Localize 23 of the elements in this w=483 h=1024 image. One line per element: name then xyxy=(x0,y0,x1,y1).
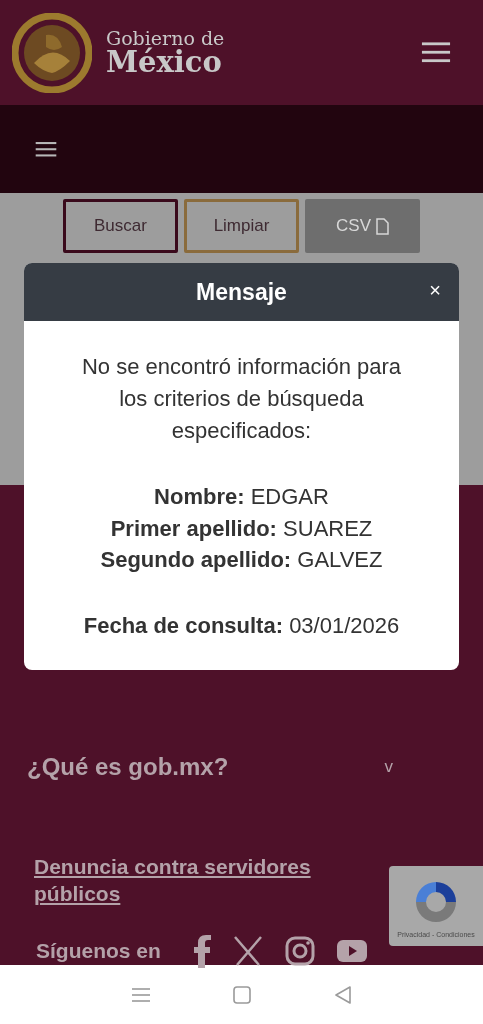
search-criterion: Nombre: EDGAR xyxy=(153,482,330,511)
query-date: Fecha de consulta: 03/01/2026 xyxy=(82,612,401,641)
accordion-header[interactable]: ¿Qué es gob.mx? v xyxy=(0,753,483,781)
action-button[interactable]: Buscar xyxy=(63,199,178,253)
x-logo-icon[interactable] xyxy=(232,935,263,966)
close-button[interactable]: × xyxy=(429,280,441,300)
search-criterion: Segundo apellido: GALVEZ xyxy=(99,546,384,575)
home-icon[interactable] xyxy=(232,985,251,1004)
menu-icon[interactable] xyxy=(35,140,57,158)
action-button[interactable]: Limpiar xyxy=(184,199,299,253)
follow-label: Síguenos en xyxy=(36,938,161,963)
facebook-icon[interactable] xyxy=(192,933,211,968)
menu-icon[interactable] xyxy=(421,41,451,64)
complaint-link[interactable]: Denuncia contra servidores públicos xyxy=(34,853,334,908)
file-icon xyxy=(376,217,389,235)
back-icon[interactable] xyxy=(333,985,352,1004)
instagram-icon[interactable] xyxy=(284,935,315,966)
logo-text: Gobierno de xyxy=(106,28,225,48)
modal-title: Mensaje xyxy=(196,278,287,306)
logo-text: México xyxy=(106,47,222,77)
modal-message: No se encontró información para los criterios de búsqueda especificados: xyxy=(80,353,403,445)
youtube-icon[interactable] xyxy=(336,939,367,962)
search-criterion: Primer apellido: SUAREZ xyxy=(109,514,374,543)
